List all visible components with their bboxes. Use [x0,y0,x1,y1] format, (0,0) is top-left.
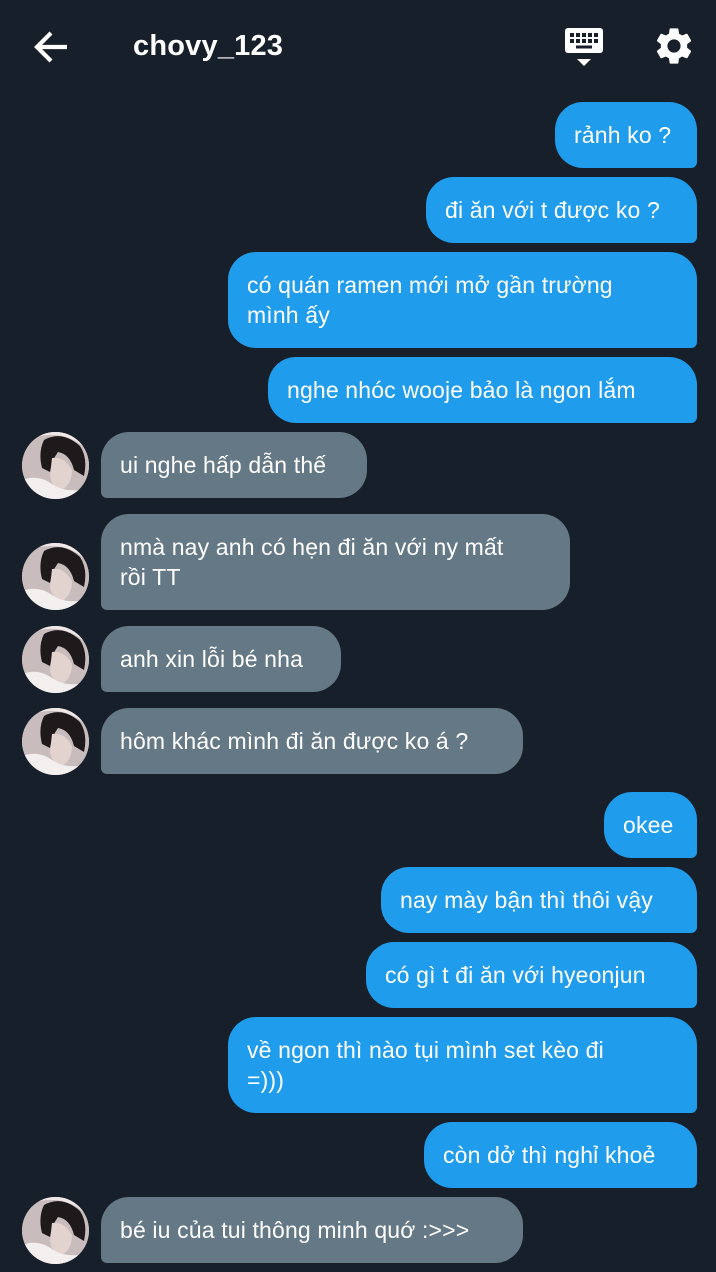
message-text: rảnh ko ? [574,122,672,148]
message-bubble-outgoing[interactable]: nghe nhóc wooje bảo là ngon lắm [268,357,697,423]
message-text: nay mày bận thì thôi vậy [400,887,653,913]
message-bubble-outgoing[interactable]: về ngon thì nào tụi mình set kèo đi =))) [228,1017,697,1113]
contact-avatar[interactable] [22,708,89,775]
message-bubble-outgoing[interactable]: okee [604,792,697,858]
message-text: hôm khác mình đi ăn được ko á ? [120,728,469,754]
message-text: nmà nay anh có hẹn đi ăn với ny mất [120,534,504,560]
message-bubble-outgoing[interactable]: còn dở thì nghỉ khoẻ [424,1122,697,1188]
message-bubble-outgoing[interactable]: có quán ramen mới mở gần trường mình ấy [228,252,697,348]
gear-icon [656,28,692,64]
message-bubble-incoming[interactable]: bé iu của tui thông minh quớ :>>> [101,1197,523,1263]
message-text: =))) [247,1067,285,1093]
message-bubble-incoming[interactable]: ui nghe hấp dẫn thế [101,432,367,498]
message-bubble-incoming[interactable]: hôm khác mình đi ăn được ko á ? [101,708,523,774]
keyboard-icon [565,28,603,66]
chat-screen: chovy_123 rảnh ko ? đi ăn với t được ko … [0,0,716,1272]
contact-name: chovy_123 [133,30,284,62]
message-text: anh xin lỗi bé nha [120,646,304,672]
arrow-left-icon [34,31,67,63]
message-bubble-outgoing[interactable]: rảnh ko ? [555,102,697,168]
message-text: về ngon thì nào tụi mình set kèo đi [247,1037,604,1063]
back-button[interactable] [30,26,72,68]
message-text: còn dở thì nghỉ khoẻ [443,1142,656,1168]
message-text: có gì t đi ăn với hyeonjun [385,962,646,988]
message-text: okee [623,812,674,838]
message-bubble-incoming[interactable]: nmà nay anh có hẹn đi ăn với ny mất rồi … [101,514,570,610]
message-bubble-incoming[interactable]: anh xin lỗi bé nha [101,626,341,692]
contact-avatar[interactable] [22,432,89,499]
chat-header: chovy_123 [0,0,716,92]
message-text: rồi TT [120,564,181,590]
message-text: nghe nhóc wooje bảo là ngon lắm [287,377,636,403]
contact-avatar[interactable] [22,543,89,610]
settings-button[interactable] [652,24,696,68]
keyboard-toggle-button[interactable] [562,26,606,70]
message-bubble-outgoing[interactable]: nay mày bận thì thôi vậy [381,867,697,933]
contact-avatar[interactable] [22,1197,89,1264]
message-text: có quán ramen mới mở gần trường [247,272,613,298]
contact-avatar[interactable] [22,626,89,693]
message-text: bé iu của tui thông minh quớ :>>> [120,1217,470,1243]
message-text: đi ăn với t được ko ? [445,197,660,223]
message-bubble-outgoing[interactable]: đi ăn với t được ko ? [426,177,697,243]
message-text: ui nghe hấp dẫn thế [120,452,327,478]
message-text: mình ấy [247,302,330,328]
message-bubble-outgoing[interactable]: có gì t đi ăn với hyeonjun [366,942,697,1008]
